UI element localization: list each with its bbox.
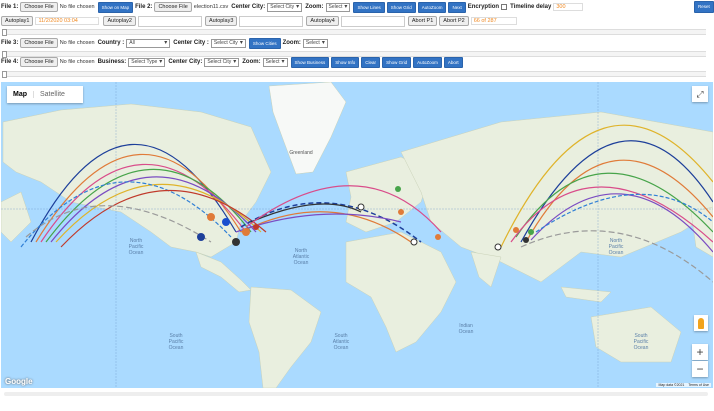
file2-filename: election11.csv (193, 4, 229, 10)
autoplay4-button[interactable]: Autoplay4 (306, 16, 339, 26)
file3-label: File 3: (1, 40, 19, 46)
file3-choose-button[interactable]: Choose File (20, 38, 58, 48)
autozoom-button[interactable]: AutoZoom (417, 1, 447, 13)
tab-map[interactable]: Map (7, 91, 34, 98)
business-slider-knob[interactable] (2, 71, 7, 78)
encryption-label: Encryption (467, 4, 500, 10)
file3-status: No file chosen (59, 40, 95, 46)
show-business-button[interactable]: Show Business (290, 56, 330, 68)
autoplay2-button[interactable]: Autoplay2 (103, 16, 136, 26)
timeline-delay-label: Timeline delay (510, 4, 552, 10)
label-north-atlantic: North Atlantic Ocean (293, 248, 310, 266)
street-view-pegman[interactable] (694, 315, 708, 331)
business-label: Business: (97, 59, 127, 65)
center-city-label-4: Center City: (168, 59, 203, 65)
south-america-shape (248, 286, 322, 388)
greenland-shape (268, 82, 347, 175)
center-city-select-4[interactable]: Select City (204, 57, 240, 67)
zoom-out-button[interactable]: − (692, 361, 708, 377)
business-select[interactable]: Select Type (128, 57, 166, 67)
map-canvas: Greenland North Pacific Ocean North Atlanti… (1, 82, 713, 388)
toolbar-row-2: Autoplay1 11/2/2020 03:04 Autoplay2 Auto… (1, 15, 713, 27)
file1-label: File 1: (1, 4, 19, 10)
zoom-label: Zoom: (305, 4, 324, 10)
autoplay3-field[interactable] (239, 15, 304, 27)
autoplay4-field[interactable] (340, 15, 405, 27)
map-type-control: Map Satellite (7, 86, 83, 103)
file1-status: No file chosen (59, 4, 95, 10)
zoom-select-3[interactable]: Select (302, 38, 328, 48)
autoplay1-button[interactable]: Autoplay1 (1, 16, 34, 26)
center-city-select[interactable]: Select City (267, 2, 303, 12)
zoom-in-button[interactable]: + (692, 344, 708, 360)
africa-shape (345, 231, 457, 353)
file4-label: File 4: (1, 59, 19, 65)
file2-label: File 2: (135, 4, 153, 10)
autoplay3-button[interactable]: Autoplay3 (204, 16, 238, 26)
zoom-select[interactable]: Select (325, 2, 351, 12)
show-info-button[interactable]: Show Info (331, 56, 360, 68)
file4-status: No file chosen (59, 59, 95, 65)
fullscreen-icon: ⤢ (696, 88, 704, 99)
show-on-map-button[interactable]: Show on Map (97, 1, 134, 13)
current-date-field[interactable]: 11/2/2020 03:04 (35, 17, 100, 25)
map-attribution: Map data ©2021 Terms of Use (656, 383, 711, 387)
world-map[interactable]: Greenland North Pacific Ocean North Atlanti… (1, 82, 713, 388)
india-shape (470, 251, 502, 288)
show-lines-button[interactable]: Show Lines (353, 1, 385, 13)
progress-count: 66 of 287 (470, 17, 517, 25)
label-south-atlantic: South Atlantic Ocean (333, 333, 350, 351)
toolbar-row-4: File 4: Choose File No file chosen Busin… (1, 56, 713, 68)
business-slider[interactable] (2, 71, 706, 78)
toolbar-row-1: File 1: Choose File No file chosen Show … (1, 1, 713, 13)
zoom-select-4[interactable]: Select (262, 57, 288, 67)
clear-button[interactable]: Clear (361, 56, 381, 68)
wrap-asia-left (1, 191, 32, 243)
timeline-slider[interactable] (2, 29, 706, 36)
pegman-icon (698, 317, 704, 329)
show-grid-button[interactable]: Show Grid (386, 1, 416, 13)
terms-link[interactable]: Terms of Use (688, 383, 709, 387)
google-logo: Google (5, 377, 33, 386)
show-grid-button-4[interactable]: Show Grid (382, 56, 412, 68)
abort-p2-button[interactable]: Abort P2 (439, 16, 469, 26)
horizontal-scrollbar[interactable] (4, 392, 708, 396)
country-label: Country : (97, 40, 125, 46)
page-footer (0, 388, 714, 411)
center-city-label: Center City: (231, 4, 266, 10)
label-north-pacific-right: North Pacific Ocean (609, 238, 624, 256)
encryption-checkbox[interactable] (501, 4, 508, 10)
show-cities-button[interactable]: Show Cities (248, 37, 281, 49)
fullscreen-button[interactable]: ⤢ (692, 86, 708, 102)
country-select[interactable]: All (126, 38, 171, 48)
label-south-pacific-left: South Pacific Ocean (169, 333, 184, 351)
abort-button[interactable]: Abort (443, 56, 463, 68)
autoplay2-field[interactable] (137, 15, 202, 27)
reset-button[interactable]: Reset (694, 1, 714, 13)
north-america-shape (2, 103, 272, 258)
label-greenland: Greenland (289, 150, 313, 156)
zoom-label-3: Zoom: (282, 40, 301, 46)
file1-choose-button[interactable]: Choose File (20, 2, 58, 12)
abort-p1-button[interactable]: Abort P1 (407, 16, 438, 26)
next-button[interactable]: Next (448, 1, 466, 13)
timeline-delay-value[interactable]: 300 (553, 3, 584, 11)
label-indian-ocean: Indian Ocean (459, 323, 474, 335)
zoom-label-4: Zoom: (242, 59, 261, 65)
label-south-pacific-right: South Pacific Ocean (634, 333, 649, 351)
file2-choose-button[interactable]: Choose File (154, 2, 192, 12)
autozoom-button-4[interactable]: AutoZoom (413, 56, 442, 68)
toolbar-row-3: File 3: Choose File No file chosen Count… (1, 37, 713, 49)
center-city-label-3: Center City : (173, 40, 209, 46)
tab-satellite[interactable]: Satellite (34, 91, 71, 98)
timeline-slider-knob[interactable] (2, 29, 7, 36)
attribution-text: Map data ©2021 (658, 383, 685, 387)
center-city-select-3[interactable]: Select City (210, 38, 246, 48)
file4-choose-button[interactable]: Choose File (20, 57, 58, 67)
label-north-pacific-left: North Pacific Ocean (129, 238, 144, 256)
indonesia-shape (560, 286, 612, 303)
central-america-shape (195, 251, 252, 293)
